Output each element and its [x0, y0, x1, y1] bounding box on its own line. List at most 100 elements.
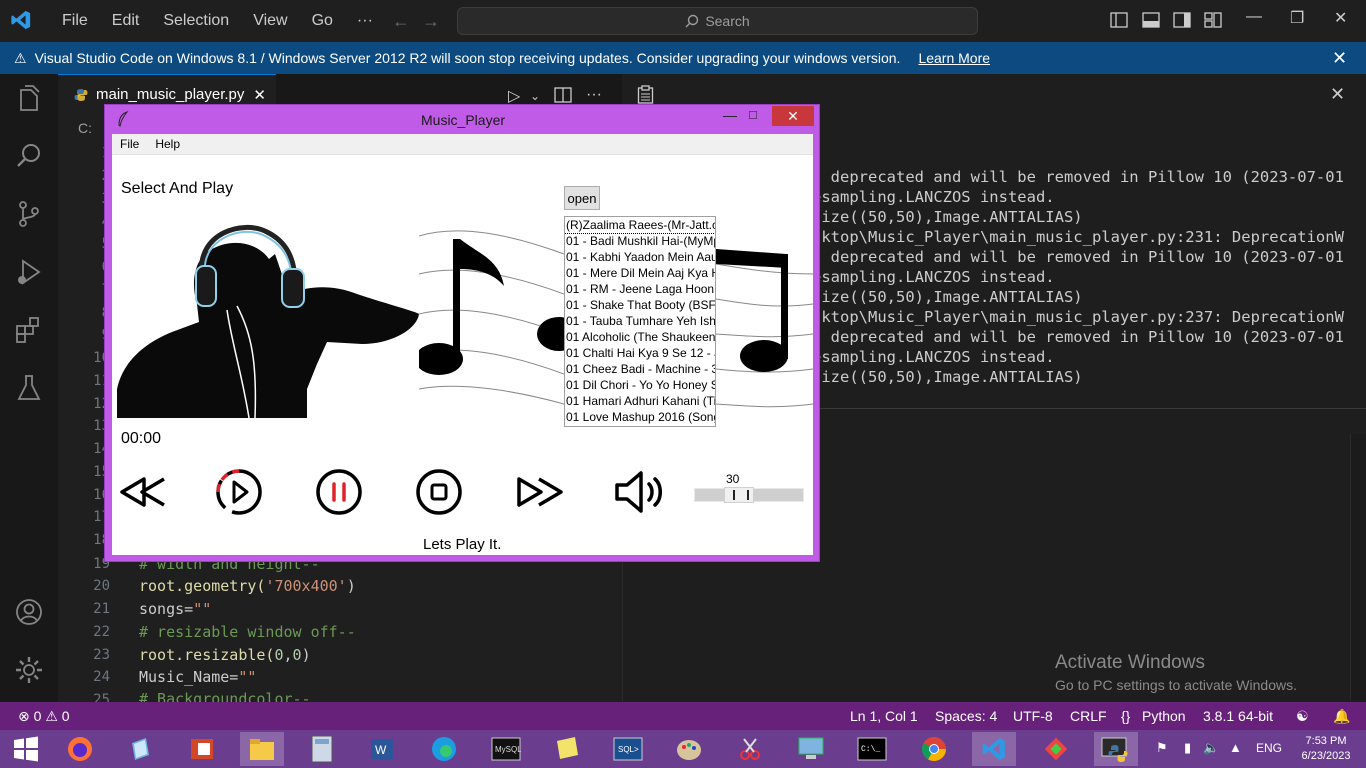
playlist-item[interactable]: 01 Cheez Badi - Machine - 32: [565, 361, 715, 377]
panel-close-icon[interactable]: ✕: [1330, 84, 1345, 105]
clipboard-icon[interactable]: [637, 85, 654, 104]
command-prompt-icon[interactable]: C:\_: [850, 732, 894, 766]
playlist-item[interactable]: 01 Dil Chori - Yo Yo Honey S: [565, 377, 715, 393]
action-center-flag-icon[interactable]: ⚑: [1156, 740, 1168, 756]
vscode-taskbar-icon[interactable]: [972, 732, 1016, 766]
forward-arrow-icon[interactable]: →: [422, 11, 440, 32]
stop-button[interactable]: [411, 467, 467, 517]
playlist-item[interactable]: 01 - Badi Mushkil Hai-(MyMp3: [565, 233, 715, 249]
playlist-item[interactable]: 01 - RM - Jeene Laga Hoon (: [565, 281, 715, 297]
player-menu-file[interactable]: File: [112, 137, 147, 151]
command-search-input[interactable]: Search: [457, 7, 978, 35]
cursor-position[interactable]: Ln 1, Col 1: [850, 708, 918, 724]
mysql-shell-icon[interactable]: MySQL: [484, 732, 528, 766]
play-button[interactable]: [211, 467, 267, 517]
volume-speaker-button[interactable]: [611, 467, 667, 517]
playlist-item[interactable]: 01 Alcoholic (The Shaukeens: [565, 329, 715, 345]
problems-indicator[interactable]: ⊗ 0 ⚠ 0: [18, 708, 70, 725]
tab-close-icon[interactable]: ✕: [253, 86, 266, 104]
run-debug-icon[interactable]: [13, 256, 45, 288]
split-editor-icon[interactable]: [554, 86, 572, 104]
start-windows-icon[interactable]: [4, 732, 48, 766]
network-icon[interactable]: ▲: [1229, 740, 1242, 755]
editor-more-actions-icon[interactable]: ···: [586, 86, 602, 104]
player-menu-help[interactable]: Help: [147, 137, 188, 151]
playlist-item[interactable]: 01 - Kabhi Yaadon Mein Aau: [565, 249, 715, 265]
playlist-item[interactable]: 01 - Tauba Tumhare Yeh Isha: [565, 313, 715, 329]
paint-icon[interactable]: [667, 732, 711, 766]
playlist-listbox[interactable]: (R)Zaalima Raees-(Mr-Jatt.com 01 - Badi …: [564, 216, 716, 427]
panel-scrollbar[interactable]: [1350, 434, 1366, 700]
breadcrumb[interactable]: C:: [78, 120, 92, 136]
calculator-icon[interactable]: [300, 732, 344, 766]
encoding[interactable]: UTF-8: [1013, 708, 1053, 724]
explorer-icon[interactable]: [13, 84, 45, 116]
terminal-line: sktop\Music_Player\main_music_player.py:…: [812, 228, 1344, 246]
extensions-icon[interactable]: [13, 314, 45, 346]
volume-scale[interactable]: 30: [694, 470, 804, 504]
line-ending[interactable]: CRLF: [1070, 708, 1107, 724]
playlist-item[interactable]: 01 Chalti Hai Kya 9 Se 12 - Ju: [565, 345, 715, 361]
player-maximize-icon[interactable]: □: [749, 107, 757, 122]
powerpoint-icon[interactable]: [180, 732, 224, 766]
indentation[interactable]: Spaces: 4: [935, 708, 997, 724]
run-file-icon[interactable]: ▷: [508, 86, 520, 106]
playlist-item[interactable]: 01 Love Mashup 2016 (Songs: [565, 409, 715, 425]
remote-desktop-icon[interactable]: [789, 732, 833, 766]
volume-tray-icon[interactable]: 🔈: [1203, 740, 1219, 756]
firefox-icon[interactable]: [58, 732, 102, 766]
player-minimize-icon[interactable]: —: [723, 107, 737, 123]
testing-flask-icon[interactable]: [13, 372, 45, 404]
menu-file[interactable]: File: [50, 12, 100, 30]
playlist-item[interactable]: (R)Zaalima Raees-(Mr-Jatt.com: [565, 217, 715, 234]
git-gui-icon[interactable]: [1034, 732, 1078, 766]
restore-window-icon[interactable]: ❐: [1290, 8, 1304, 28]
open-button[interactable]: open: [564, 186, 600, 210]
input-language[interactable]: ENG: [1256, 741, 1282, 755]
run-dropdown-chevron-icon[interactable]: ⌄: [530, 89, 540, 103]
player-close-button[interactable]: ✕: [772, 106, 814, 126]
playlist-item[interactable]: 01 - Shake That Booty (BSFH: [565, 297, 715, 313]
edge-icon[interactable]: [422, 732, 466, 766]
menu-go[interactable]: Go: [300, 12, 345, 30]
toggle-secondary-sidebar-icon[interactable]: [1173, 11, 1191, 29]
volume-slider-handle[interactable]: [724, 487, 754, 503]
battery-icon[interactable]: ▮: [1184, 740, 1191, 756]
toggle-primary-sidebar-icon[interactable]: [1110, 11, 1128, 29]
word-icon[interactable]: W: [360, 732, 404, 766]
snipping-tool-icon[interactable]: [728, 732, 772, 766]
source-control-icon[interactable]: [13, 198, 45, 230]
notepad-icon[interactable]: [118, 732, 162, 766]
accounts-icon[interactable]: [13, 596, 45, 628]
python-interpreter[interactable]: 3.8.1 64-bit: [1203, 708, 1273, 724]
chrome-icon[interactable]: [912, 732, 956, 766]
file-explorer-icon[interactable]: [240, 732, 284, 766]
menu-view[interactable]: View: [241, 12, 299, 30]
notifications-bell-icon[interactable]: 🔔: [1333, 708, 1350, 725]
search-sidebar-icon[interactable]: [13, 140, 45, 172]
minimize-window-icon[interactable]: —: [1246, 8, 1262, 26]
back-arrow-icon[interactable]: ←: [392, 11, 410, 32]
language-mode[interactable]: Python: [1142, 708, 1186, 724]
menu-more[interactable]: ···: [345, 12, 385, 30]
learn-more-link[interactable]: Learn More: [918, 50, 990, 66]
pause-button[interactable]: [311, 467, 367, 517]
sticky-notes-icon[interactable]: [545, 732, 589, 766]
taskbar-clock[interactable]: 7:53 PM 6/23/2023: [1296, 734, 1356, 764]
settings-gear-icon[interactable]: [13, 654, 45, 686]
banner-close-icon[interactable]: ✕: [1332, 48, 1347, 69]
feedback-icon[interactable]: ☯: [1296, 708, 1309, 725]
menu-selection[interactable]: Selection: [151, 12, 241, 30]
terminal-line: size((50,50),Image.ANTIALIAS): [812, 288, 1083, 306]
sql-shell-icon[interactable]: SQL>: [606, 732, 650, 766]
python-taskbar-icon[interactable]: [1094, 732, 1138, 766]
music-player-titlebar[interactable]: Music_Player — □ ✕: [105, 105, 821, 133]
customize-layout-icon[interactable]: [1204, 11, 1222, 29]
toggle-panel-icon[interactable]: [1142, 11, 1160, 29]
menu-edit[interactable]: Edit: [100, 12, 152, 30]
playlist-item[interactable]: 01 Hamari Adhuri Kahani (Tit: [565, 393, 715, 409]
next-track-button[interactable]: [511, 467, 567, 517]
previous-track-button[interactable]: [116, 467, 172, 517]
close-window-icon[interactable]: ✕: [1334, 8, 1347, 28]
playlist-item[interactable]: 01 - Mere Dil Mein Aaj Kya Ha: [565, 265, 715, 281]
